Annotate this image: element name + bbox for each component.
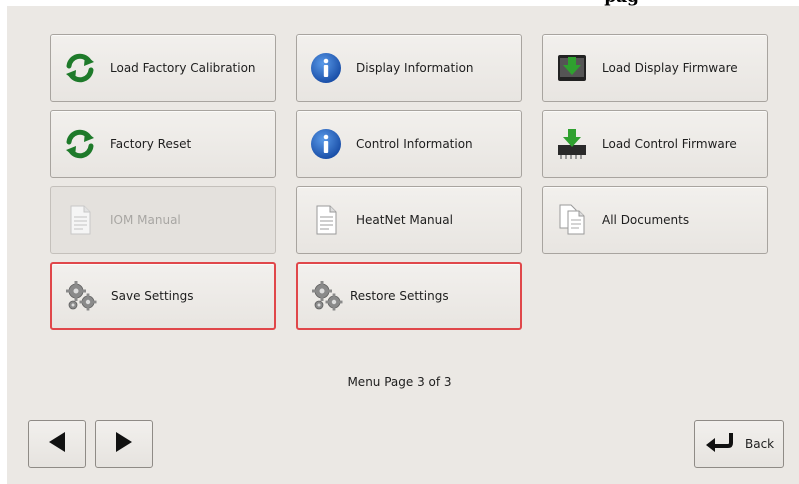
button-label: Display Information [356,61,474,75]
control-information-button[interactable]: Control Information [296,110,522,178]
arrow-right-icon [114,431,134,457]
display-information-button[interactable]: Display Information [296,34,522,102]
button-label: Factory Reset [110,137,192,151]
document-icon [309,203,343,237]
button-label: Control Information [356,137,473,151]
all-documents-button[interactable]: All Documents [542,186,768,254]
load-display-firmware-button[interactable]: Load Display Firmware [542,34,768,102]
load-factory-calibration-button[interactable]: Load Factory Calibration [50,34,276,102]
button-label: Load Factory Calibration [110,61,256,75]
heatnet-manual-button[interactable]: HeatNet Manual [296,186,522,254]
documents-icon [555,203,589,237]
back-button[interactable]: Back [694,420,784,468]
previous-page-button[interactable] [28,420,86,468]
button-label: All Documents [602,213,690,227]
info-icon [309,51,343,85]
restore-settings-button[interactable]: Restore Settings [296,262,522,330]
gears-icon [64,279,98,313]
refresh-icon [63,51,97,85]
button-label: IOM Manual [110,213,181,227]
back-label: Back [745,437,775,451]
button-label: Load Display Firmware [602,61,738,75]
gears-icon [310,279,344,313]
display-firmware-icon [555,51,589,85]
button-label: Save Settings [111,289,194,303]
factory-reset-button[interactable]: Factory Reset [50,110,276,178]
load-control-firmware-button[interactable]: Load Control Firmware [542,110,768,178]
button-label: Load Control Firmware [602,137,737,151]
iom-manual-button[interactable]: IOM Manual [50,186,276,254]
refresh-icon [63,127,97,161]
document-icon [63,203,97,237]
chip-firmware-icon [555,127,589,161]
return-arrow-icon [705,431,735,457]
arrow-left-icon [47,431,67,457]
button-label: HeatNet Manual [356,213,453,227]
next-page-button[interactable] [95,420,153,468]
menu-page-indicator: Menu Page 3 of 3 [347,375,452,389]
info-icon [309,127,343,161]
button-label: Restore Settings [350,289,449,303]
save-settings-button[interactable]: Save Settings [50,262,276,330]
